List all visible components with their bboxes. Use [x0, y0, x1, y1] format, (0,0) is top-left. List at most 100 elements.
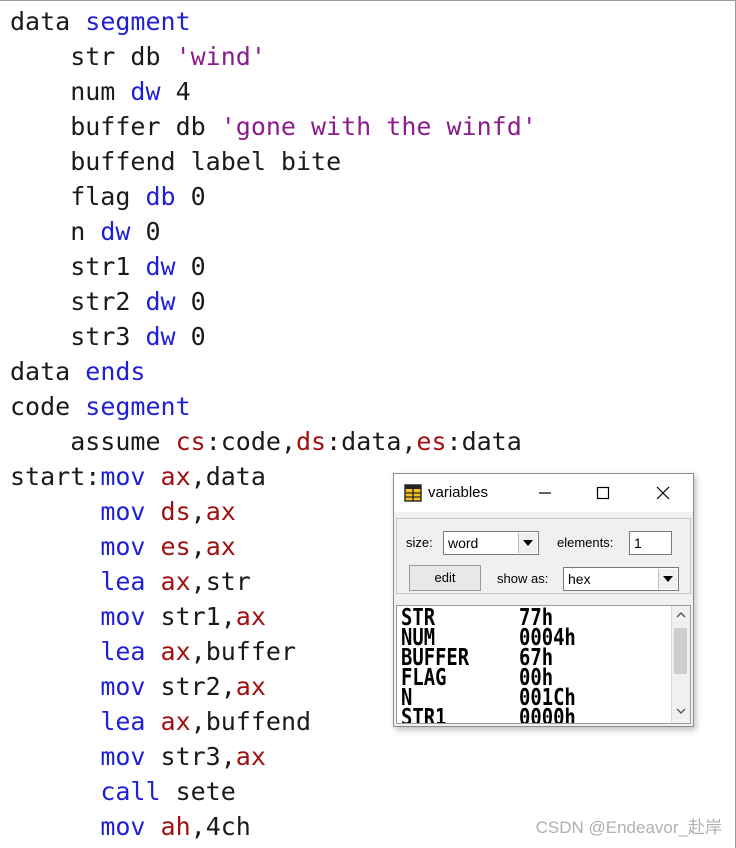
code-token: 0: [175, 287, 206, 316]
code-line[interactable]: str1 dw 0: [10, 249, 206, 284]
code-token: start:: [10, 462, 101, 491]
code-token: data: [10, 7, 86, 36]
code-line[interactable]: n dw 0: [10, 214, 160, 249]
chevron-down-icon: [663, 576, 673, 582]
code-line[interactable]: mov str3,ax: [10, 739, 266, 774]
code-token: dw: [145, 287, 176, 316]
maximize-button[interactable]: [586, 480, 620, 506]
code-line[interactable]: lea ax,str: [10, 564, 251, 599]
code-token: 0: [175, 322, 206, 351]
code-token: mov: [100, 812, 146, 841]
code-line[interactable]: mov str1,ax: [10, 599, 266, 634]
variables-window[interactable]: variables size: word elements: 1 edit sh…: [393, 473, 694, 727]
chevron-down-icon: [523, 540, 533, 546]
code-token: 'wind': [175, 42, 266, 71]
code-token: cs: [175, 427, 206, 456]
controls-panel: size: word elements: 1 edit show as: hex: [396, 518, 691, 594]
code-token: flag: [10, 182, 146, 211]
code-line[interactable]: data ends: [10, 354, 145, 389]
elements-input[interactable]: 1: [629, 531, 672, 555]
code-line[interactable]: lea ax,buffer: [10, 634, 296, 669]
show-as-select[interactable]: hex: [563, 567, 679, 591]
code-token: mov: [100, 532, 146, 561]
code-token: es: [416, 427, 447, 456]
scroll-up-icon[interactable]: [676, 612, 686, 618]
vertical-scrollbar[interactable]: [671, 606, 690, 723]
minimize-button[interactable]: [528, 480, 562, 506]
maximize-icon: [596, 486, 610, 500]
code-token: ds: [160, 497, 191, 526]
code-token: ds: [296, 427, 327, 456]
code-token: dw: [145, 252, 176, 281]
code-token: db: [145, 182, 176, 211]
code-token: :code,: [205, 427, 296, 456]
code-line[interactable]: str3 dw 0: [10, 319, 206, 354]
code-token: ax: [235, 742, 266, 771]
code-token: mov: [100, 672, 146, 701]
code-token: ,buffend: [190, 707, 312, 736]
edit-button[interactable]: edit: [409, 565, 481, 591]
code-line[interactable]: mov es,ax: [10, 529, 236, 564]
code-line[interactable]: str db 'wind': [10, 39, 266, 74]
code-token: 'gone with the winfd': [220, 112, 537, 141]
variable-name: STR1: [401, 705, 447, 724]
code-line[interactable]: code segment: [10, 389, 191, 424]
code-token: ,4ch: [190, 812, 251, 841]
table-icon: [404, 484, 422, 502]
code-token: str1: [10, 252, 146, 281]
code-token: segment: [85, 392, 191, 421]
code-line[interactable]: flag db 0: [10, 179, 206, 214]
code-line[interactable]: call sete: [10, 774, 236, 809]
code-token: dw: [100, 217, 131, 246]
code-line[interactable]: buffer db 'gone with the winfd': [10, 109, 537, 144]
show-as-select-value: hex: [568, 571, 591, 587]
code-token: dw: [130, 77, 161, 106]
code-line[interactable]: mov ah,4ch: [10, 809, 251, 844]
close-button[interactable]: [646, 480, 680, 506]
code-line[interactable]: num dw 4: [10, 74, 190, 109]
code-token: ax: [160, 637, 191, 666]
variables-list[interactable]: STR 77h NUM 0004h BUFFER 67h FLAG 00h N 001Ch STR1…: [396, 605, 691, 724]
code-line[interactable]: data segment: [10, 4, 191, 39]
code-token: sete: [160, 777, 236, 806]
code-line[interactable]: str2 dw 0: [10, 284, 206, 319]
code-line[interactable]: mov str2,ax: [10, 669, 266, 704]
code-token: ,str: [190, 567, 251, 596]
code-token: 0: [175, 252, 206, 281]
title-bar[interactable]: variables: [394, 474, 693, 512]
code-line[interactable]: buffend label bite: [10, 144, 341, 179]
scrollbar-thumb[interactable]: [674, 628, 687, 674]
code-token: str db: [10, 42, 176, 71]
code-token: segment: [85, 7, 191, 36]
code-token: mov: [100, 742, 146, 771]
code-line[interactable]: mov ds,ax: [10, 494, 236, 529]
minimize-icon: [539, 492, 551, 494]
size-dropdown-button[interactable]: [518, 533, 537, 553]
code-line[interactable]: start:mov ax,data: [10, 459, 266, 494]
code-token: 0: [175, 182, 206, 211]
code-line[interactable]: lea ax,buffend: [10, 704, 311, 739]
code-line[interactable]: assume cs:code,ds:data,es:data: [10, 424, 522, 459]
window-title: variables: [428, 484, 489, 501]
size-label: size:: [406, 535, 433, 550]
code-token: str3,: [145, 742, 236, 771]
variable-value: 0000h: [519, 705, 576, 724]
code-token: n: [10, 217, 101, 246]
scroll-down-icon[interactable]: [676, 708, 686, 714]
code-token: call: [100, 777, 161, 806]
code-token: :data: [446, 427, 522, 456]
size-select[interactable]: word: [443, 531, 539, 555]
close-icon: [656, 486, 670, 500]
elements-input-value: 1: [634, 535, 642, 551]
code-token: :data,: [326, 427, 417, 456]
code-token: ax: [235, 602, 266, 631]
show-as-dropdown-button[interactable]: [658, 569, 677, 589]
